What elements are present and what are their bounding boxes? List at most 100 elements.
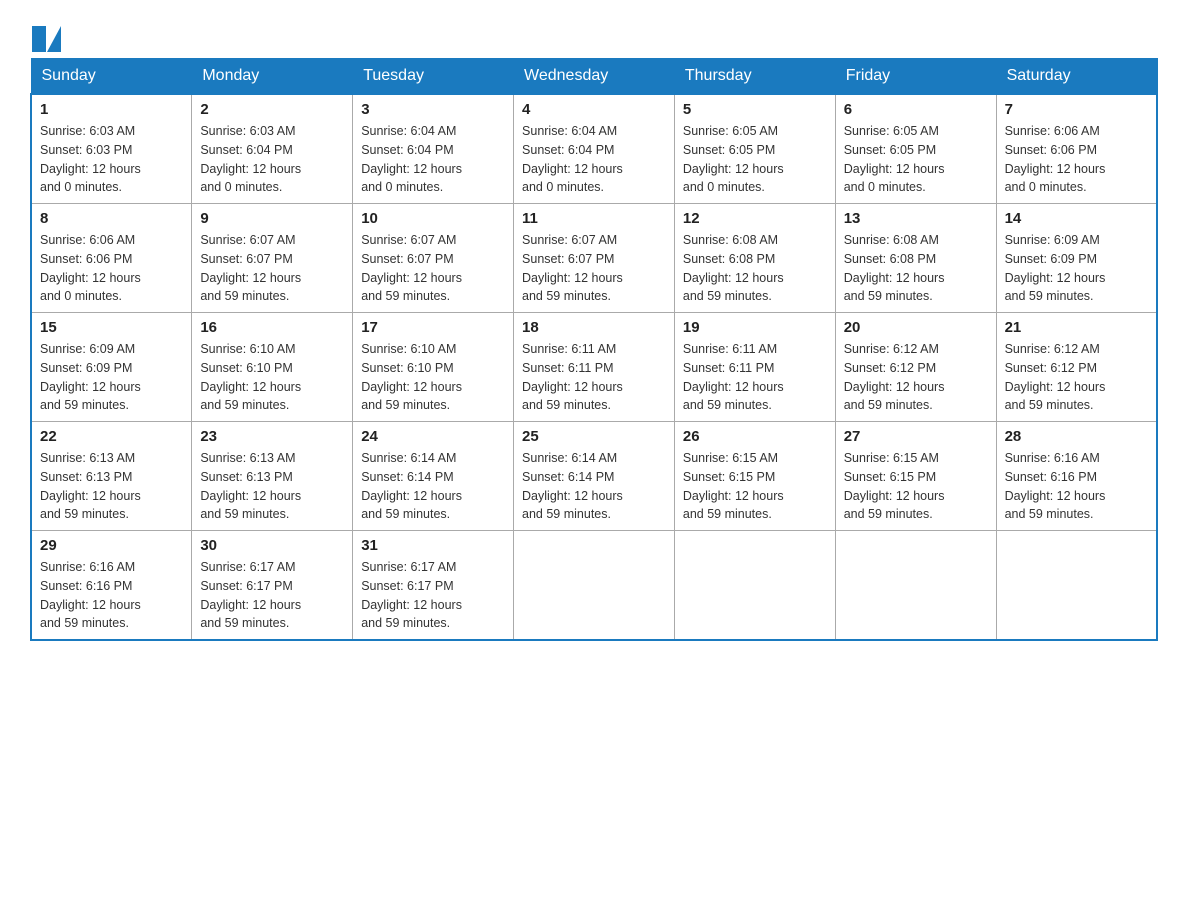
day-number: 22 — [40, 428, 183, 445]
calendar-header-wednesday: Wednesday — [514, 59, 675, 95]
day-number: 13 — [844, 210, 988, 227]
day-info: Sunrise: 6:13 AMSunset: 6:13 PMDaylight:… — [200, 449, 344, 524]
day-info: Sunrise: 6:09 AMSunset: 6:09 PMDaylight:… — [40, 340, 183, 415]
day-number: 18 — [522, 319, 666, 336]
calendar-day-cell: 22 Sunrise: 6:13 AMSunset: 6:13 PMDayligh… — [31, 422, 192, 531]
day-info: Sunrise: 6:10 AMSunset: 6:10 PMDaylight:… — [361, 340, 505, 415]
calendar-week-row: 22 Sunrise: 6:13 AMSunset: 6:13 PMDayligh… — [31, 422, 1157, 531]
day-number: 2 — [200, 101, 344, 118]
day-number: 12 — [683, 210, 827, 227]
day-info: Sunrise: 6:13 AMSunset: 6:13 PMDaylight:… — [40, 449, 183, 524]
calendar-header-monday: Monday — [192, 59, 353, 95]
calendar-day-cell: 9 Sunrise: 6:07 AMSunset: 6:07 PMDaylight… — [192, 204, 353, 313]
logo — [30, 20, 61, 48]
day-info: Sunrise: 6:07 AMSunset: 6:07 PMDaylight:… — [522, 231, 666, 306]
calendar-day-cell: 26 Sunrise: 6:15 AMSunset: 6:15 PMDayligh… — [674, 422, 835, 531]
day-number: 11 — [522, 210, 666, 227]
day-number: 16 — [200, 319, 344, 336]
day-number: 15 — [40, 319, 183, 336]
day-number: 26 — [683, 428, 827, 445]
day-info: Sunrise: 6:10 AMSunset: 6:10 PMDaylight:… — [200, 340, 344, 415]
day-number: 31 — [361, 537, 505, 554]
day-number: 25 — [522, 428, 666, 445]
day-number: 7 — [1005, 101, 1148, 118]
calendar-empty-cell — [674, 531, 835, 641]
calendar-day-cell: 12 Sunrise: 6:08 AMSunset: 6:08 PMDayligh… — [674, 204, 835, 313]
calendar-day-cell: 10Sunrise: 6:07 AMSunset: 6:07 PMDayligh… — [353, 204, 514, 313]
calendar-header-sunday: Sunday — [31, 59, 192, 95]
page-header — [30, 20, 1158, 48]
calendar-day-cell: 19 Sunrise: 6:11 AMSunset: 6:11 PMDayligh… — [674, 313, 835, 422]
calendar-day-cell: 3Sunrise: 6:04 AMSunset: 6:04 PMDaylight… — [353, 94, 514, 204]
day-number: 8 — [40, 210, 183, 227]
calendar-table: SundayMondayTuesdayWednesdayThursdayFrid… — [30, 58, 1158, 641]
day-info: Sunrise: 6:07 AMSunset: 6:07 PMDaylight:… — [200, 231, 344, 306]
day-info: Sunrise: 6:12 AMSunset: 6:12 PMDaylight:… — [1005, 340, 1148, 415]
day-number: 29 — [40, 537, 183, 554]
logo-icon — [32, 26, 61, 52]
day-info: Sunrise: 6:04 AMSunset: 6:04 PMDaylight:… — [522, 122, 666, 197]
day-info: Sunrise: 6:05 AMSunset: 6:05 PMDaylight:… — [844, 122, 988, 197]
day-info: Sunrise: 6:05 AMSunset: 6:05 PMDaylight:… — [683, 122, 827, 197]
day-info: Sunrise: 6:16 AMSunset: 6:16 PMDaylight:… — [1005, 449, 1148, 524]
calendar-day-cell: 5Sunrise: 6:05 AMSunset: 6:05 PMDaylight… — [674, 94, 835, 204]
day-info: Sunrise: 6:07 AMSunset: 6:07 PMDaylight:… — [361, 231, 505, 306]
calendar-day-cell: 11 Sunrise: 6:07 AMSunset: 6:07 PMDayligh… — [514, 204, 675, 313]
day-info: Sunrise: 6:14 AMSunset: 6:14 PMDaylight:… — [361, 449, 505, 524]
calendar-day-cell: 18Sunrise: 6:11 AMSunset: 6:11 PMDayligh… — [514, 313, 675, 422]
calendar-day-cell: 1 Sunrise: 6:03 AMSunset: 6:03 PMDaylight… — [31, 94, 192, 204]
calendar-day-cell: 29 Sunrise: 6:16 AMSunset: 6:16 PMDayligh… — [31, 531, 192, 641]
day-info: Sunrise: 6:09 AMSunset: 6:09 PMDaylight:… — [1005, 231, 1148, 306]
calendar-week-row: 8Sunrise: 6:06 AMSunset: 6:06 PMDaylight… — [31, 204, 1157, 313]
calendar-day-cell: 6 Sunrise: 6:05 AMSunset: 6:05 PMDaylight… — [835, 94, 996, 204]
calendar-empty-cell — [835, 531, 996, 641]
calendar-week-row: 15 Sunrise: 6:09 AMSunset: 6:09 PMDayligh… — [31, 313, 1157, 422]
day-info: Sunrise: 6:04 AMSunset: 6:04 PMDaylight:… — [361, 122, 505, 197]
calendar-header-friday: Friday — [835, 59, 996, 95]
calendar-day-cell: 31 Sunrise: 6:17 AMSunset: 6:17 PMDayligh… — [353, 531, 514, 641]
day-info: Sunrise: 6:08 AMSunset: 6:08 PMDaylight:… — [683, 231, 827, 306]
day-number: 4 — [522, 101, 666, 118]
calendar-day-cell: 2 Sunrise: 6:03 AMSunset: 6:04 PMDaylight… — [192, 94, 353, 204]
calendar-day-cell: 21 Sunrise: 6:12 AMSunset: 6:12 PMDayligh… — [996, 313, 1157, 422]
day-number: 1 — [40, 101, 183, 118]
day-number: 6 — [844, 101, 988, 118]
calendar-header-saturday: Saturday — [996, 59, 1157, 95]
day-info: Sunrise: 6:17 AMSunset: 6:17 PMDaylight:… — [361, 558, 505, 633]
calendar-day-cell: 27 Sunrise: 6:15 AMSunset: 6:15 PMDayligh… — [835, 422, 996, 531]
calendar-day-cell: 25Sunrise: 6:14 AMSunset: 6:14 PMDayligh… — [514, 422, 675, 531]
calendar-empty-cell — [996, 531, 1157, 641]
day-info: Sunrise: 6:16 AMSunset: 6:16 PMDaylight:… — [40, 558, 183, 633]
day-number: 21 — [1005, 319, 1148, 336]
day-number: 27 — [844, 428, 988, 445]
calendar-day-cell: 4 Sunrise: 6:04 AMSunset: 6:04 PMDaylight… — [514, 94, 675, 204]
calendar-day-cell: 14 Sunrise: 6:09 AMSunset: 6:09 PMDayligh… — [996, 204, 1157, 313]
calendar-week-row: 1 Sunrise: 6:03 AMSunset: 6:03 PMDaylight… — [31, 94, 1157, 204]
day-info: Sunrise: 6:03 AMSunset: 6:04 PMDaylight:… — [200, 122, 344, 197]
calendar-week-row: 29 Sunrise: 6:16 AMSunset: 6:16 PMDayligh… — [31, 531, 1157, 641]
calendar-day-cell: 15 Sunrise: 6:09 AMSunset: 6:09 PMDayligh… — [31, 313, 192, 422]
day-info: Sunrise: 6:15 AMSunset: 6:15 PMDaylight:… — [844, 449, 988, 524]
day-number: 28 — [1005, 428, 1148, 445]
calendar-day-cell: 23 Sunrise: 6:13 AMSunset: 6:13 PMDayligh… — [192, 422, 353, 531]
day-info: Sunrise: 6:11 AMSunset: 6:11 PMDaylight:… — [683, 340, 827, 415]
day-info: Sunrise: 6:17 AMSunset: 6:17 PMDaylight:… — [200, 558, 344, 633]
calendar-day-cell: 7 Sunrise: 6:06 AMSunset: 6:06 PMDaylight… — [996, 94, 1157, 204]
day-info: Sunrise: 6:12 AMSunset: 6:12 PMDaylight:… — [844, 340, 988, 415]
day-info: Sunrise: 6:15 AMSunset: 6:15 PMDaylight:… — [683, 449, 827, 524]
day-number: 23 — [200, 428, 344, 445]
day-number: 30 — [200, 537, 344, 554]
calendar-day-cell: 30 Sunrise: 6:17 AMSunset: 6:17 PMDayligh… — [192, 531, 353, 641]
day-info: Sunrise: 6:03 AMSunset: 6:03 PMDaylight:… — [40, 122, 183, 197]
day-number: 17 — [361, 319, 505, 336]
day-number: 14 — [1005, 210, 1148, 227]
day-info: Sunrise: 6:08 AMSunset: 6:08 PMDaylight:… — [844, 231, 988, 306]
calendar-day-cell: 17 Sunrise: 6:10 AMSunset: 6:10 PMDayligh… — [353, 313, 514, 422]
calendar-day-cell: 24Sunrise: 6:14 AMSunset: 6:14 PMDayligh… — [353, 422, 514, 531]
day-number: 19 — [683, 319, 827, 336]
day-number: 9 — [200, 210, 344, 227]
calendar-day-cell: 20Sunrise: 6:12 AMSunset: 6:12 PMDayligh… — [835, 313, 996, 422]
calendar-day-cell: 8Sunrise: 6:06 AMSunset: 6:06 PMDaylight… — [31, 204, 192, 313]
calendar-header-thursday: Thursday — [674, 59, 835, 95]
day-info: Sunrise: 6:06 AMSunset: 6:06 PMDaylight:… — [1005, 122, 1148, 197]
